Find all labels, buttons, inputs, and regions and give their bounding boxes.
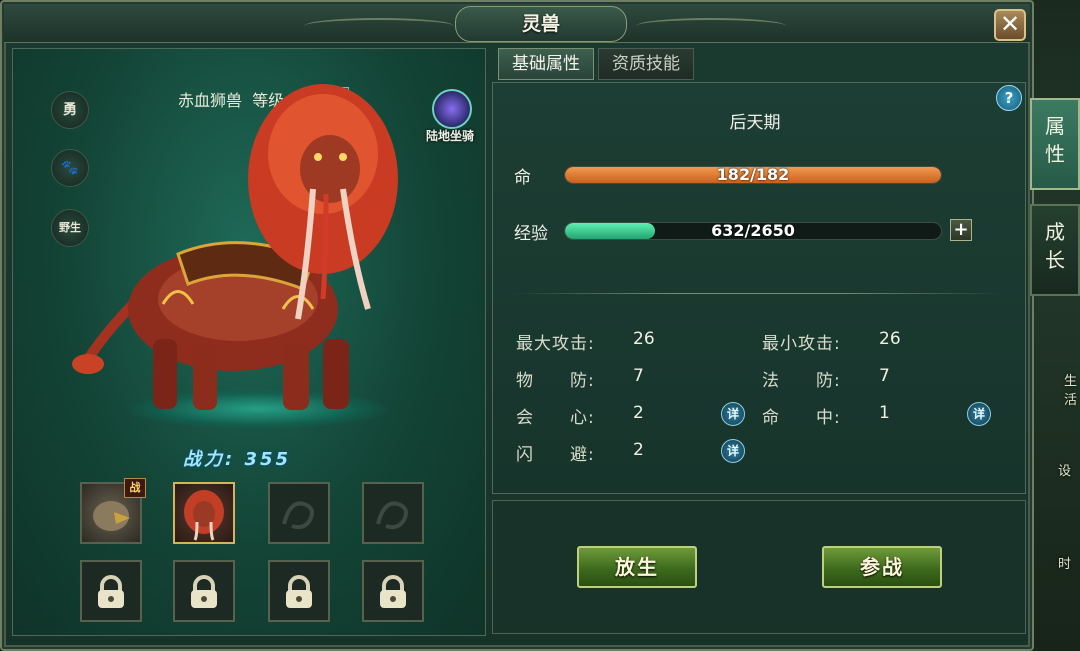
- add-exp-button[interactable]: +: [950, 219, 972, 241]
- combat-power: 战力: 355: [183, 445, 291, 471]
- cultivation-stage: 后天期: [729, 113, 781, 133]
- dragon-emblem-icon: [282, 501, 314, 530]
- attr-critical-label: 会 心:: [516, 408, 595, 428]
- lock-icon: [286, 575, 312, 608]
- attr-magic-defense-label: 法 防:: [762, 371, 841, 391]
- mount-orb-icon: [432, 89, 472, 129]
- beast-slot-1[interactable]: 战: [80, 478, 146, 544]
- beast-slot-empty[interactable]: [362, 482, 424, 544]
- attr-critical-value: 2: [633, 403, 644, 423]
- hp-label: 命: [514, 168, 531, 188]
- power-label: 战力:: [183, 449, 236, 470]
- stats-panel: [492, 82, 1026, 494]
- lock-icon: [98, 575, 124, 608]
- help-icon[interactable]: ?: [996, 85, 1022, 111]
- exp-value: 632/2650: [711, 222, 795, 240]
- exp-label: 经验: [514, 224, 548, 244]
- beast-portrait: [72, 84, 398, 410]
- attr-physical-defense-value: 7: [633, 366, 644, 386]
- background-label: 时: [1058, 557, 1072, 572]
- section-divider: [510, 293, 1004, 294]
- in-battle-badge: 战: [124, 478, 146, 498]
- lock-icon: [380, 575, 406, 608]
- tab-basic-attributes[interactable]: 基础属性: [498, 48, 594, 80]
- attr-max-attack-value: 26: [633, 329, 655, 349]
- beast-slot-locked[interactable]: [80, 560, 142, 622]
- release-button[interactable]: 放生: [577, 546, 697, 588]
- beast-slot-locked[interactable]: [362, 560, 424, 622]
- hp-bar: 182/182: [564, 166, 942, 184]
- beast-slot-locked[interactable]: [268, 560, 330, 622]
- background-label: 生活: [1064, 374, 1078, 408]
- hp-value: 182/182: [716, 166, 790, 184]
- attr-physical-defense-label: 物 防:: [516, 371, 595, 391]
- attr-dodge-label: 闪 避:: [516, 445, 595, 465]
- side-tab-attributes-label: 属性: [1045, 114, 1065, 166]
- attr-min-attack-label: 最小攻击:: [762, 334, 841, 354]
- power-value: 355: [244, 449, 292, 470]
- side-tab-growth[interactable]: 成长: [1030, 204, 1080, 296]
- attr-min-attack-value: 26: [879, 329, 901, 349]
- background-label: 设: [1058, 464, 1072, 479]
- title-ornament-left: [304, 18, 454, 34]
- tab-aptitude-skills[interactable]: 资质技能: [598, 48, 694, 80]
- join-battle-button[interactable]: 参战: [822, 546, 942, 588]
- attr-hit-label: 命 中:: [762, 408, 841, 428]
- dragon-emblem-icon: [376, 501, 408, 530]
- lion-portrait-icon: [184, 490, 224, 541]
- exp-bar: 632/2650: [564, 222, 942, 240]
- attr-hit-value: 1: [879, 403, 890, 423]
- critical-detail-button[interactable]: 详: [721, 402, 745, 426]
- beast-display-panel: 勇 🐾 野生 赤血狮兽 等级 7 ▼ 陆地坐骑: [12, 48, 486, 636]
- hit-detail-button[interactable]: 详: [967, 402, 991, 426]
- side-tab-growth-label: 成长: [1045, 220, 1065, 272]
- attr-max-attack-label: 最大攻击:: [516, 334, 595, 354]
- close-button[interactable]: ✕: [994, 9, 1026, 41]
- beast-slot-locked[interactable]: [173, 560, 235, 622]
- attr-magic-defense-value: 7: [879, 366, 890, 386]
- title-ornament-right: [636, 18, 786, 34]
- beast-slot-empty[interactable]: [268, 482, 330, 544]
- action-panel: [492, 500, 1026, 634]
- dodge-detail-button[interactable]: 详: [721, 439, 745, 463]
- window-title: 灵兽: [455, 6, 627, 42]
- beast-slot-2[interactable]: [173, 482, 235, 544]
- lock-icon: [191, 575, 217, 608]
- attr-dodge-value: 2: [633, 440, 644, 460]
- side-tab-attributes[interactable]: 属性: [1030, 98, 1080, 190]
